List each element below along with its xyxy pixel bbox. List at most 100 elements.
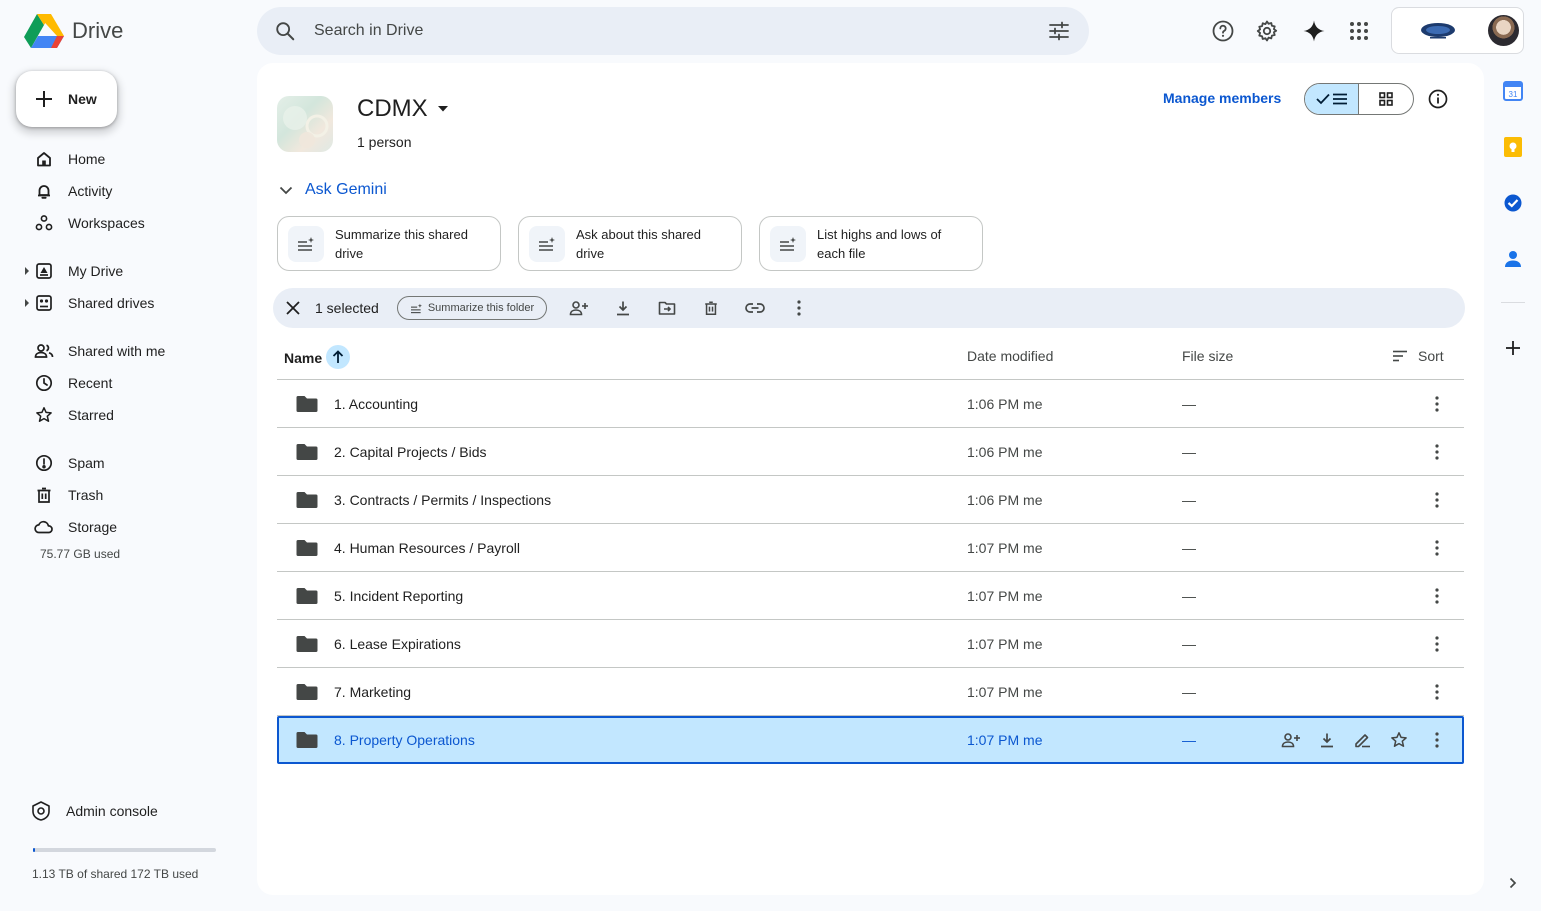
share-icon[interactable] [559, 288, 599, 328]
search-bar[interactable]: Search in Drive [257, 7, 1089, 55]
search-input[interactable]: Search in Drive [314, 22, 423, 40]
table-row[interactable]: 1. Accounting 1:06 PM me — [277, 380, 1464, 428]
avatar[interactable] [1488, 15, 1519, 46]
ask-gemini-label: Ask Gemini [305, 181, 387, 198]
rename-icon[interactable] [1351, 728, 1375, 752]
ask-gemini-toggle[interactable]: Ask Gemini [279, 181, 387, 199]
new-button[interactable]: New [16, 71, 117, 127]
chevron-down-icon [279, 186, 293, 195]
shared-drive-thumbnail [277, 96, 333, 152]
more-actions-icon[interactable] [779, 288, 819, 328]
folder-icon [296, 395, 318, 413]
storage-quota-bar [33, 848, 216, 852]
more-actions-icon[interactable] [1425, 632, 1449, 656]
date-modified-column-header[interactable]: Date modified [967, 348, 1053, 364]
admin-console-link[interactable]: Admin console [30, 800, 158, 822]
manage-members-button[interactable]: Manage members [1163, 90, 1281, 106]
table-row[interactable]: 6. Lease Expirations 1:07 PM me — [277, 620, 1464, 668]
sidebar-item-activity[interactable]: Activity [24, 175, 234, 207]
gemini-chip-ask-drive[interactable]: Ask about this shared drive [518, 216, 742, 271]
new-button-label: New [68, 91, 97, 107]
home-icon [34, 149, 54, 169]
download-icon[interactable] [603, 288, 643, 328]
sparkle-list-icon [529, 225, 565, 262]
chip-label: List highs and lows of each file [817, 226, 942, 261]
clear-selection-icon[interactable] [285, 300, 301, 316]
sparkle-list-icon [288, 225, 324, 262]
admin-console-label: Admin console [66, 803, 158, 819]
shared-drives-icon [34, 293, 54, 313]
folder-icon [296, 443, 318, 461]
gemini-chip-list-highs-lows[interactable]: List highs and lows of each file [759, 216, 983, 271]
more-actions-icon[interactable] [1425, 440, 1449, 464]
table-row[interactable]: 7. Marketing 1:07 PM me — [277, 668, 1464, 716]
details-info-icon[interactable] [1426, 87, 1450, 111]
share-icon[interactable] [1279, 728, 1303, 752]
sidebar-item-workspaces[interactable]: Workspaces [24, 207, 234, 239]
more-actions-icon[interactable] [1425, 728, 1449, 752]
expand-panel-icon[interactable] [1501, 871, 1525, 895]
download-icon[interactable] [1315, 728, 1339, 752]
file-size-column-header[interactable]: File size [1182, 348, 1233, 364]
contacts-icon[interactable] [1501, 247, 1525, 271]
help-icon[interactable] [1203, 11, 1243, 51]
file-size: — [1182, 492, 1196, 508]
table-row[interactable]: 8. Property Operations 1:07 PM me — [277, 716, 1464, 764]
shared-drive-name: CDMX [357, 95, 428, 122]
admin-shield-icon [30, 800, 52, 822]
tasks-icon[interactable] [1501, 191, 1525, 215]
drive-logo[interactable]: Drive [24, 13, 123, 49]
view-toggle[interactable] [1304, 83, 1414, 115]
sort-ascending-icon[interactable] [326, 345, 351, 369]
table-row[interactable]: 3. Contracts / Permits / Inspections 1:06… [277, 476, 1464, 524]
drive-logo-icon [24, 14, 64, 48]
more-actions-icon[interactable] [1425, 584, 1449, 608]
file-name: 4. Human Resources / Payroll [334, 540, 520, 556]
sidebar-item-trash[interactable]: Trash [24, 479, 234, 511]
account-switcher[interactable] [1391, 7, 1524, 54]
sidebar-item-shared-with-me[interactable]: Shared with me [24, 335, 234, 367]
keep-icon[interactable] [1501, 135, 1525, 159]
date-modified: 1:07 PM me [967, 540, 1043, 556]
table-row[interactable]: 5. Incident Reporting 1:07 PM me — [277, 572, 1464, 620]
sidebar-item-spam[interactable]: Spam [24, 447, 234, 479]
sidebar-item-home[interactable]: Home [24, 143, 234, 175]
sidebar-item-storage[interactable]: Storage [24, 511, 234, 543]
sort-button[interactable]: Sort [1392, 348, 1444, 364]
selected-count: 1 selected [315, 300, 379, 316]
search-icon[interactable] [274, 20, 296, 42]
calendar-icon[interactable]: 31 [1501, 79, 1525, 103]
settings-icon[interactable] [1247, 11, 1287, 51]
clock-icon [34, 373, 54, 393]
table-row[interactable]: 4. Human Resources / Payroll 1:07 PM me — [277, 524, 1464, 572]
more-actions-icon[interactable] [1425, 536, 1449, 560]
apps-grid-icon[interactable] [1339, 11, 1379, 51]
more-actions-icon[interactable] [1425, 680, 1449, 704]
sidebar-item-shared-drives[interactable]: Shared drives [24, 287, 234, 319]
folder-icon [296, 587, 318, 605]
member-count[interactable]: 1 person [357, 134, 411, 150]
people-icon [34, 341, 54, 361]
add-addon-icon[interactable] [1501, 336, 1525, 360]
summarize-folder-button[interactable]: Summarize this folder [396, 296, 548, 320]
name-column-header[interactable]: Name [284, 345, 351, 369]
link-icon[interactable] [735, 288, 775, 328]
sidebar-item-my-drive[interactable]: My Drive [24, 255, 234, 287]
shared-drive-title[interactable]: CDMX [357, 95, 448, 123]
more-actions-icon[interactable] [1425, 392, 1449, 416]
folder-icon [296, 539, 318, 557]
move-icon[interactable] [647, 288, 687, 328]
search-options-icon[interactable] [1047, 19, 1071, 43]
gemini-chip-summarize-drive[interactable]: Summarize this shared drive [277, 216, 501, 271]
sidebar-item-recent[interactable]: Recent [24, 367, 234, 399]
more-actions-icon[interactable] [1425, 488, 1449, 512]
trash-icon [34, 485, 54, 505]
rail-divider [1501, 302, 1525, 303]
table-row[interactable]: 2. Capital Projects / Bids 1:06 PM me — [277, 428, 1464, 476]
star-icon[interactable] [1387, 728, 1411, 752]
trash-icon[interactable] [691, 288, 731, 328]
grid-view-button[interactable] [1359, 84, 1413, 114]
sidebar-item-starred[interactable]: Starred [24, 399, 234, 431]
gemini-icon[interactable] [1294, 11, 1334, 51]
list-view-button[interactable] [1305, 84, 1360, 114]
